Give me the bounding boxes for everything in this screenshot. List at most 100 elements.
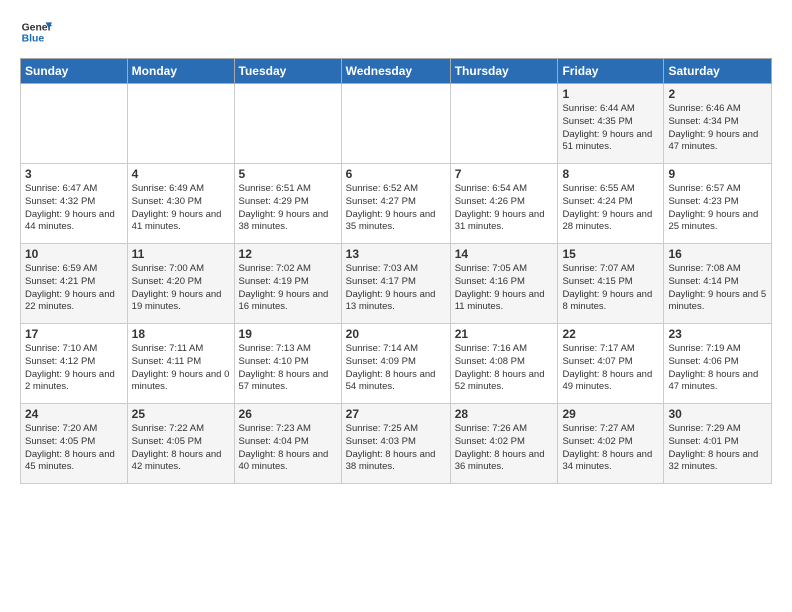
day-number: 27 <box>346 407 446 421</box>
day-info: Sunrise: 6:59 AM Sunset: 4:21 PM Dayligh… <box>25 263 123 314</box>
day-number: 19 <box>239 327 337 341</box>
week-row-4: 17 Sunrise: 7:10 AM Sunset: 4:12 PM Dayli… <box>21 324 772 404</box>
day-info: Sunrise: 7:11 AM Sunset: 4:11 PM Dayligh… <box>132 343 230 394</box>
day-cell: 27 Sunrise: 7:25 AM Sunset: 4:03 PM Dayli… <box>341 404 450 484</box>
day-cell: 23Sunrise: 7:19 AM Sunset: 4:06 PM Dayli… <box>664 324 772 404</box>
day-info: Sunrise: 6:44 AM Sunset: 4:35 PM Dayligh… <box>562 103 659 154</box>
day-cell: 7 Sunrise: 6:54 AM Sunset: 4:26 PM Daylig… <box>450 164 558 244</box>
day-number: 21 <box>455 327 554 341</box>
day-number: 11 <box>132 247 230 261</box>
day-info: Sunrise: 7:13 AM Sunset: 4:10 PM Dayligh… <box>239 343 337 394</box>
week-row-1: 1 Sunrise: 6:44 AM Sunset: 4:35 PM Daylig… <box>21 84 772 164</box>
day-cell <box>21 84 128 164</box>
day-info: Sunrise: 7:23 AM Sunset: 4:04 PM Dayligh… <box>239 423 337 474</box>
day-number: 16 <box>668 247 767 261</box>
day-header-sunday: Sunday <box>21 59 128 84</box>
day-cell <box>450 84 558 164</box>
day-number: 25 <box>132 407 230 421</box>
day-info: Sunrise: 7:03 AM Sunset: 4:17 PM Dayligh… <box>346 263 446 314</box>
day-number: 24 <box>25 407 123 421</box>
day-info: Sunrise: 6:57 AM Sunset: 4:23 PM Dayligh… <box>668 183 767 234</box>
logo: General Blue <box>20 16 52 48</box>
day-number: 5 <box>239 167 337 181</box>
day-number: 2 <box>668 87 767 101</box>
day-cell: 26 Sunrise: 7:23 AM Sunset: 4:04 PM Dayli… <box>234 404 341 484</box>
day-number: 12 <box>239 247 337 261</box>
day-info: Sunrise: 7:07 AM Sunset: 4:15 PM Dayligh… <box>562 263 659 314</box>
day-number: 10 <box>25 247 123 261</box>
day-header-monday: Monday <box>127 59 234 84</box>
day-cell: 1 Sunrise: 6:44 AM Sunset: 4:35 PM Daylig… <box>558 84 664 164</box>
day-info: Sunrise: 7:10 AM Sunset: 4:12 PM Dayligh… <box>25 343 123 394</box>
day-number: 1 <box>562 87 659 101</box>
day-info: Sunrise: 7:14 AM Sunset: 4:09 PM Dayligh… <box>346 343 446 394</box>
day-info: Sunrise: 6:47 AM Sunset: 4:32 PM Dayligh… <box>25 183 123 234</box>
day-cell: 13 Sunrise: 7:03 AM Sunset: 4:17 PM Dayli… <box>341 244 450 324</box>
day-cell: 17 Sunrise: 7:10 AM Sunset: 4:12 PM Dayli… <box>21 324 128 404</box>
day-cell: 20 Sunrise: 7:14 AM Sunset: 4:09 PM Dayli… <box>341 324 450 404</box>
day-cell: 30Sunrise: 7:29 AM Sunset: 4:01 PM Dayli… <box>664 404 772 484</box>
day-number: 20 <box>346 327 446 341</box>
day-info: Sunrise: 7:19 AM Sunset: 4:06 PM Dayligh… <box>668 343 767 394</box>
day-cell: 14Sunrise: 7:05 AM Sunset: 4:16 PM Dayli… <box>450 244 558 324</box>
page: General Blue SundayMondayTuesdayWednesda… <box>0 0 792 494</box>
day-cell: 9Sunrise: 6:57 AM Sunset: 4:23 PM Daylig… <box>664 164 772 244</box>
day-info: Sunrise: 7:20 AM Sunset: 4:05 PM Dayligh… <box>25 423 123 474</box>
day-number: 29 <box>562 407 659 421</box>
day-info: Sunrise: 7:27 AM Sunset: 4:02 PM Dayligh… <box>562 423 659 474</box>
day-cell: 16 Sunrise: 7:08 AM Sunset: 4:14 PM Dayli… <box>664 244 772 324</box>
day-cell: 18 Sunrise: 7:11 AM Sunset: 4:11 PM Dayli… <box>127 324 234 404</box>
day-info: Sunrise: 6:55 AM Sunset: 4:24 PM Dayligh… <box>562 183 659 234</box>
day-cell: 5 Sunrise: 6:51 AM Sunset: 4:29 PM Daylig… <box>234 164 341 244</box>
week-row-5: 24 Sunrise: 7:20 AM Sunset: 4:05 PM Dayli… <box>21 404 772 484</box>
day-header-friday: Friday <box>558 59 664 84</box>
week-row-2: 3Sunrise: 6:47 AM Sunset: 4:32 PM Daylig… <box>21 164 772 244</box>
day-number: 26 <box>239 407 337 421</box>
day-cell: 24 Sunrise: 7:20 AM Sunset: 4:05 PM Dayli… <box>21 404 128 484</box>
day-header-wednesday: Wednesday <box>341 59 450 84</box>
day-number: 14 <box>455 247 554 261</box>
day-number: 22 <box>562 327 659 341</box>
day-info: Sunrise: 6:54 AM Sunset: 4:26 PM Dayligh… <box>455 183 554 234</box>
day-info: Sunrise: 6:52 AM Sunset: 4:27 PM Dayligh… <box>346 183 446 234</box>
header: General Blue <box>20 16 772 48</box>
day-info: Sunrise: 7:00 AM Sunset: 4:20 PM Dayligh… <box>132 263 230 314</box>
calendar-body: 1 Sunrise: 6:44 AM Sunset: 4:35 PM Daylig… <box>21 84 772 484</box>
day-info: Sunrise: 7:25 AM Sunset: 4:03 PM Dayligh… <box>346 423 446 474</box>
day-number: 28 <box>455 407 554 421</box>
day-cell: 11 Sunrise: 7:00 AM Sunset: 4:20 PM Dayli… <box>127 244 234 324</box>
day-cell: 21Sunrise: 7:16 AM Sunset: 4:08 PM Dayli… <box>450 324 558 404</box>
day-number: 8 <box>562 167 659 181</box>
day-number: 18 <box>132 327 230 341</box>
day-header-thursday: Thursday <box>450 59 558 84</box>
day-number: 13 <box>346 247 446 261</box>
day-info: Sunrise: 6:46 AM Sunset: 4:34 PM Dayligh… <box>668 103 767 154</box>
day-number: 4 <box>132 167 230 181</box>
day-number: 7 <box>455 167 554 181</box>
day-cell: 28 Sunrise: 7:26 AM Sunset: 4:02 PM Dayli… <box>450 404 558 484</box>
day-cell <box>341 84 450 164</box>
day-cell <box>234 84 341 164</box>
svg-text:Blue: Blue <box>22 34 45 45</box>
day-number: 17 <box>25 327 123 341</box>
day-cell <box>127 84 234 164</box>
logo-icon: General Blue <box>20 16 52 48</box>
day-header-saturday: Saturday <box>664 59 772 84</box>
day-info: Sunrise: 7:08 AM Sunset: 4:14 PM Dayligh… <box>668 263 767 314</box>
day-cell: 22Sunrise: 7:17 AM Sunset: 4:07 PM Dayli… <box>558 324 664 404</box>
day-info: Sunrise: 7:22 AM Sunset: 4:05 PM Dayligh… <box>132 423 230 474</box>
day-cell: 3Sunrise: 6:47 AM Sunset: 4:32 PM Daylig… <box>21 164 128 244</box>
day-info: Sunrise: 7:29 AM Sunset: 4:01 PM Dayligh… <box>668 423 767 474</box>
day-info: Sunrise: 7:02 AM Sunset: 4:19 PM Dayligh… <box>239 263 337 314</box>
day-info: Sunrise: 7:26 AM Sunset: 4:02 PM Dayligh… <box>455 423 554 474</box>
day-cell: 8 Sunrise: 6:55 AM Sunset: 4:24 PM Daylig… <box>558 164 664 244</box>
day-cell: 19 Sunrise: 7:13 AM Sunset: 4:10 PM Dayli… <box>234 324 341 404</box>
day-info: Sunrise: 6:51 AM Sunset: 4:29 PM Dayligh… <box>239 183 337 234</box>
day-cell: 29 Sunrise: 7:27 AM Sunset: 4:02 PM Dayli… <box>558 404 664 484</box>
day-cell: 12 Sunrise: 7:02 AM Sunset: 4:19 PM Dayli… <box>234 244 341 324</box>
calendar-table: SundayMondayTuesdayWednesdayThursdayFrid… <box>20 58 772 484</box>
day-number: 15 <box>562 247 659 261</box>
day-cell: 4Sunrise: 6:49 AM Sunset: 4:30 PM Daylig… <box>127 164 234 244</box>
week-row-3: 10 Sunrise: 6:59 AM Sunset: 4:21 PM Dayli… <box>21 244 772 324</box>
day-cell: 6Sunrise: 6:52 AM Sunset: 4:27 PM Daylig… <box>341 164 450 244</box>
